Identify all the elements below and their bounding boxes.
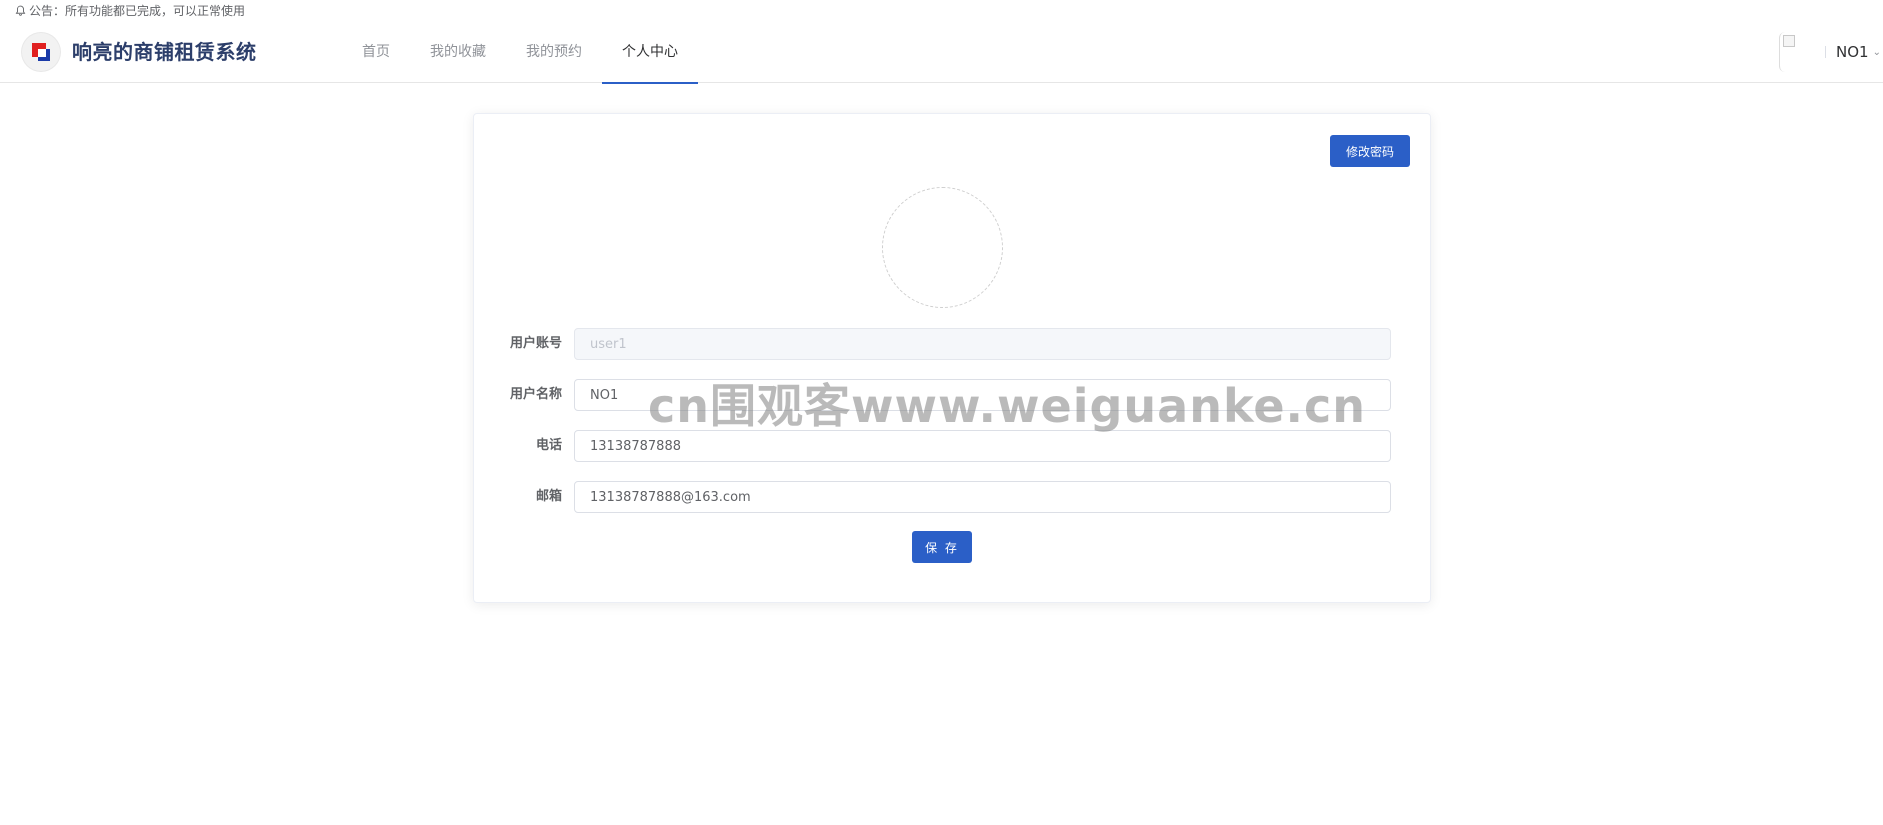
site-title: 响亮的商铺租赁系统 <box>72 40 257 64</box>
nav-item-profile[interactable]: 个人中心 <box>602 21 698 84</box>
phone-label: 电话 <box>535 438 562 453</box>
avatar-upload[interactable] <box>882 187 1003 308</box>
name-input[interactable] <box>574 379 1391 411</box>
site-logo[interactable] <box>22 33 60 71</box>
divider <box>1825 46 1827 58</box>
name-label: 用户名称 <box>509 387 562 402</box>
account-label: 用户账号 <box>509 336 562 351</box>
nav-item-favorites[interactable]: 我的收藏 <box>410 21 506 83</box>
account-input <box>574 328 1391 360</box>
avatar[interactable] <box>1779 32 1812 72</box>
nav-item-reservations[interactable]: 我的预约 <box>506 21 602 83</box>
save-button[interactable]: 保 存 <box>912 531 972 563</box>
change-password-button[interactable]: 修改密码 <box>1330 135 1410 167</box>
top-header: 响亮的商铺租赁系统 首页 我的收藏 我的预约 个人中心 NO1 ⌄ <box>0 21 1883 84</box>
chevron-down-icon[interactable]: ⌄ <box>1873 47 1881 58</box>
form-row-account: 用户账号 <box>474 328 1432 360</box>
profile-card: 修改密码 用户账号 用户名称 电话 邮箱 保 存 <box>473 113 1431 603</box>
notice-bar: 公告：所有功能都已完成，可以正常使用 <box>0 0 1883 21</box>
main-nav: 首页 我的收藏 我的预约 个人中心 <box>342 21 698 84</box>
phone-input[interactable] <box>574 430 1391 462</box>
notice-text: 公告：所有功能都已完成，可以正常使用 <box>29 4 246 18</box>
user-name[interactable]: NO1 <box>1836 43 1869 61</box>
nav-item-home[interactable]: 首页 <box>342 21 410 83</box>
form-row-phone: 电话 <box>474 430 1432 462</box>
email-input[interactable] <box>574 481 1391 513</box>
email-label: 邮箱 <box>535 489 562 504</box>
bell-icon <box>14 5 26 17</box>
user-menu[interactable]: NO1 ⌄ <box>1779 21 1883 83</box>
form-row-name: 用户名称 <box>474 379 1432 411</box>
logo-icon <box>32 43 50 61</box>
form-row-email: 邮箱 <box>474 481 1432 513</box>
